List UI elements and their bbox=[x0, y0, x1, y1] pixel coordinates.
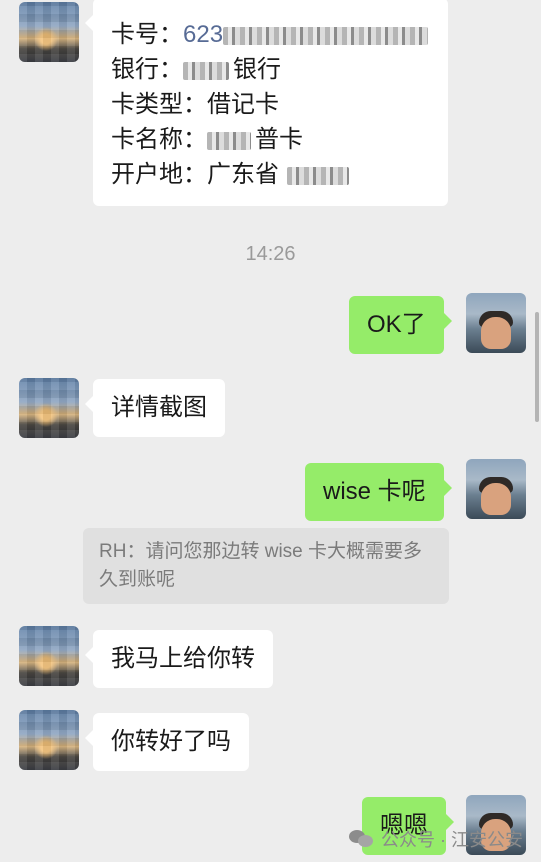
redacted-bank-name bbox=[183, 61, 229, 80]
contact-avatar[interactable] bbox=[19, 378, 79, 438]
message-bubble-received[interactable]: 你转好了吗 bbox=[85, 713, 249, 771]
self-avatar[interactable] bbox=[466, 293, 526, 353]
scrollbar[interactable] bbox=[535, 312, 539, 422]
redacted-card-digits bbox=[223, 26, 429, 45]
watermark: 公众号 · 江安公安 bbox=[349, 826, 523, 852]
contact-avatar[interactable] bbox=[19, 626, 79, 686]
quoted-message[interactable]: RH：请问您那边转 wise 卡大概需要多久到账呢 bbox=[83, 528, 449, 604]
message-bubble-sent[interactable]: wise 卡呢 bbox=[305, 463, 452, 521]
card-number-line: 卡号：623 bbox=[111, 18, 430, 53]
message-timestamp: 14:26 bbox=[245, 243, 296, 265]
watermark-text: 公众号 · 江安公安 bbox=[381, 830, 523, 850]
redacted-city bbox=[287, 166, 349, 185]
self-avatar[interactable] bbox=[466, 459, 526, 519]
contact-avatar[interactable] bbox=[19, 2, 79, 62]
redacted-card-name bbox=[207, 131, 251, 150]
message-bubble-received[interactable]: 详情截图 bbox=[85, 379, 225, 437]
card-info-bubble[interactable]: 卡号：623 银行： 银行 卡类型：借记卡 卡名称： 普卡 开户地：广东省 bbox=[85, 0, 448, 206]
wechat-icon bbox=[349, 829, 375, 849]
contact-avatar[interactable] bbox=[19, 710, 79, 770]
message-bubble-received[interactable]: 我马上给你转 bbox=[85, 630, 273, 688]
card-name-line: 卡名称： 普卡 bbox=[111, 126, 303, 153]
bank-line: 银行： 银行 bbox=[111, 56, 281, 83]
card-type-line: 卡类型：借记卡 bbox=[111, 91, 279, 118]
card-number-link[interactable]: 623 bbox=[183, 21, 223, 48]
message-bubble-sent[interactable]: OK了 bbox=[349, 296, 452, 354]
location-line: 开户地：广东省 bbox=[111, 158, 430, 193]
